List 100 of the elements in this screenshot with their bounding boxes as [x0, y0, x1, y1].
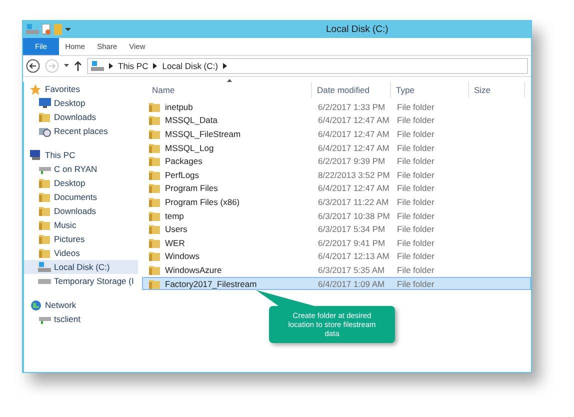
- chevron-icon[interactable]: [222, 63, 227, 69]
- file-name: Program Files: [165, 183, 218, 194]
- folder-icon: [149, 183, 160, 194]
- breadcrumb[interactable]: Local Disk (C:): [162, 61, 218, 71]
- date-modified: 6/2/2017 1:33 PM: [317, 102, 386, 112]
- file-row[interactable]: MSSQL_FileStream 6/4/2017 12:47 AM File folder: [142, 127, 531, 141]
- up-arrow-icon[interactable]: [74, 61, 82, 71]
- sidebar-item[interactable]: Documents: [24, 190, 138, 204]
- folder-icon: [38, 248, 51, 258]
- sidebar-item[interactable]: Local Disk (C:): [24, 260, 138, 274]
- network-drive-icon: [38, 164, 51, 174]
- caret-icon[interactable]: [65, 26, 71, 32]
- file-row[interactable]: WER 6/2/2017 9:41 PM File folder: [142, 236, 531, 250]
- sidebar-item[interactable]: Downloads: [24, 110, 138, 124]
- computer-icon: [91, 61, 104, 71]
- file-name: WindowsAzure: [165, 264, 222, 275]
- sidebar-item[interactable]: Downloads: [24, 204, 138, 218]
- star-icon: [29, 84, 42, 94]
- file-type: File folder: [396, 238, 436, 248]
- folder-icon: [149, 264, 160, 275]
- sidebar-item[interactable]: This PC: [24, 148, 138, 162]
- sidebar-item[interactable]: Videos: [24, 246, 138, 260]
- file-row[interactable]: inetpub 6/2/2017 1:33 PM File folder: [142, 100, 531, 114]
- file-type: File folder: [396, 210, 436, 221]
- chevron-icon[interactable]: [109, 63, 113, 69]
- breadcrumb[interactable]: This PC: [118, 61, 148, 71]
- file-row[interactable]: temp 6/3/2017 10:38 PM File folder: [142, 208, 531, 222]
- file-type: File folder: [396, 251, 436, 262]
- folder-icon: [149, 142, 160, 153]
- file-row[interactable]: Windows 6/4/2017 12:13 AM File folder: [142, 250, 531, 264]
- folder-icon: [38, 206, 51, 216]
- folder-icon: [149, 238, 160, 248]
- properties-icon[interactable]: [42, 24, 51, 34]
- file-name: Program Files (x86): [165, 196, 240, 207]
- date-modified: 6/4/2017 12:47 AM: [317, 142, 390, 153]
- back-button[interactable]: [26, 59, 40, 73]
- sidebar-item[interactable]: Temporary Storage (I: [24, 274, 138, 288]
- sidebar-item[interactable]: C on RYAN: [24, 162, 138, 176]
- date-modified: 6/3/2017 11:22 AM: [317, 196, 390, 207]
- file-row[interactable]: Program Files 6/4/2017 12:47 AM File folder: [142, 182, 531, 196]
- folder-icon: [149, 128, 160, 139]
- file-type: File folder: [396, 156, 436, 166]
- file-name: inetpub: [165, 102, 193, 112]
- file-name: Windows: [165, 251, 200, 262]
- recent-places-icon: [38, 126, 51, 136]
- file-type: File folder: [396, 142, 436, 153]
- file-row[interactable]: Factory2017_Filestream 6/4/2017 1:09 AM File folder: [142, 276, 531, 290]
- file-row[interactable]: MSSQL_Data 6/4/2017 12:47 AM File folder: [142, 114, 531, 128]
- file-name: MSSQL_Log: [165, 142, 214, 153]
- file-type: File folder: [396, 264, 436, 275]
- file-row[interactable]: Program Files (x86) 6/3/2017 11:22 AM File folder: [142, 195, 531, 209]
- column-header[interactable]: Size: [469, 82, 525, 98]
- folder-icon: [38, 112, 51, 122]
- folder-icon: [38, 192, 51, 202]
- sidebar-item[interactable]: Music: [24, 218, 138, 232]
- date-modified: 6/4/2017 12:47 AM: [317, 128, 390, 139]
- file-type: File folder: [396, 278, 436, 289]
- sidebar-item[interactable]: Network: [24, 298, 138, 312]
- file-name: temp: [165, 210, 184, 221]
- file-name: Packages: [165, 156, 202, 166]
- file-row[interactable]: MSSQL_Log 6/4/2017 12:47 AM File folder: [142, 140, 531, 154]
- sidebar-item[interactable]: Desktop: [24, 176, 138, 190]
- folder-icon: [38, 234, 51, 244]
- date-modified: 8/22/2013 3:52 PM: [317, 170, 391, 180]
- date-modified: 6/4/2017 12:47 AM: [317, 183, 390, 194]
- network-drive-icon: [38, 314, 51, 324]
- column-header[interactable]: Type: [391, 82, 469, 98]
- folder-icon: [149, 115, 160, 126]
- folder-icon: [38, 220, 51, 230]
- file-row[interactable]: Packages 6/2/2017 9:39 PM File folder: [142, 154, 531, 168]
- computer-icon: [29, 150, 42, 160]
- folder-icon: [38, 178, 51, 188]
- file-name: MSSQL_FileStream: [165, 128, 241, 139]
- column-header[interactable]: Name: [142, 82, 312, 98]
- date-modified: 6/4/2017 12:47 AM: [317, 115, 390, 126]
- file-name: WER: [165, 238, 185, 248]
- file-row[interactable]: WindowsAzure 6/3/2017 5:35 AM File folder: [142, 263, 531, 277]
- file-type: File folder: [396, 115, 436, 126]
- drive-icon: [38, 277, 51, 285]
- address-bar[interactable]: This PC Local Disk (C:): [87, 58, 528, 74]
- file-type: File folder: [396, 170, 436, 180]
- chevron-icon[interactable]: [153, 63, 158, 69]
- file-row[interactable]: PerfLogs 8/22/2013 3:52 PM File folder: [142, 168, 531, 182]
- file-name: PerfLogs: [165, 170, 200, 180]
- column-header[interactable]: Date modified: [312, 82, 391, 98]
- folder-icon: [149, 156, 160, 166]
- sidebar-item[interactable]: tsclient: [24, 312, 138, 326]
- sidebar-item[interactable]: Desktop: [24, 96, 138, 110]
- file-type: File folder: [396, 183, 436, 194]
- file-row[interactable]: Users 6/3/2017 5:34 PM File folder: [142, 222, 531, 236]
- file-type: File folder: [396, 128, 436, 139]
- file-type: File folder: [396, 196, 436, 207]
- sidebar-item[interactable]: Favorites: [24, 82, 138, 96]
- date-modified: 6/4/2017 1:09 AM: [317, 278, 386, 289]
- file-type: File folder: [396, 102, 436, 112]
- sidebar-item[interactable]: Pictures: [24, 232, 138, 246]
- sidebar-item[interactable]: Recent places: [24, 124, 138, 138]
- caret-icon[interactable]: [64, 64, 69, 68]
- folder-icon: [149, 224, 160, 234]
- date-modified: 6/3/2017 5:35 AM: [317, 264, 386, 275]
